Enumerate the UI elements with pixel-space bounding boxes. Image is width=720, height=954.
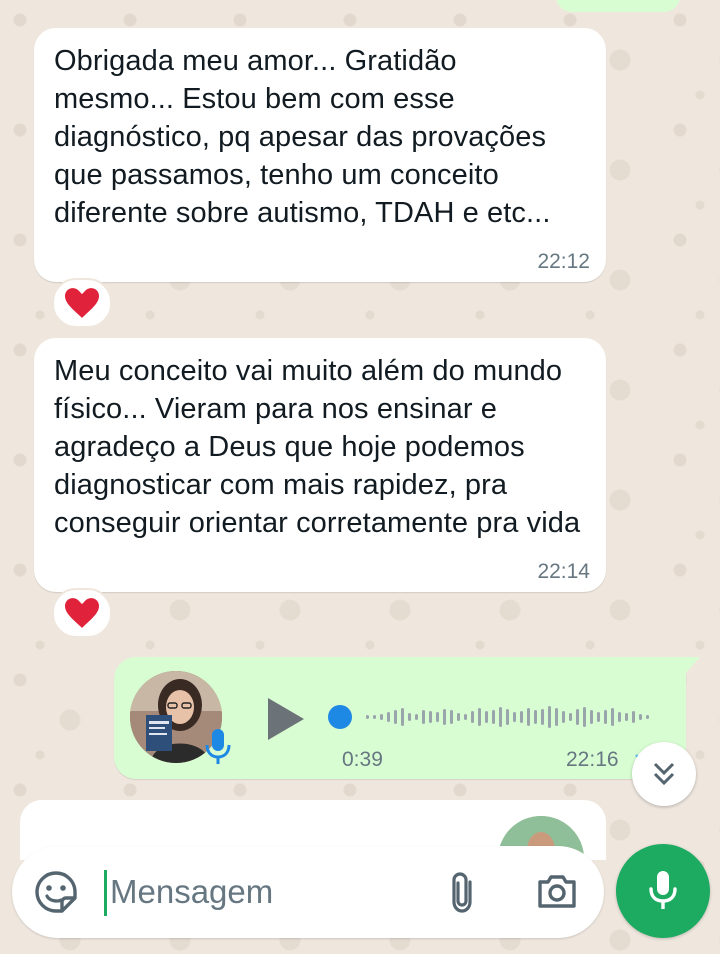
message-input[interactable] bbox=[108, 866, 430, 918]
waveform-bar bbox=[380, 714, 383, 720]
waveform-bar bbox=[478, 708, 481, 726]
waveform-bar bbox=[576, 709, 579, 725]
waveform-bar bbox=[625, 713, 628, 721]
paperclip-icon bbox=[452, 872, 472, 913]
voice-waveform[interactable] bbox=[326, 699, 660, 740]
waveform-bar bbox=[436, 712, 439, 722]
microphone-icon bbox=[204, 727, 232, 772]
message-reaction[interactable] bbox=[52, 278, 112, 328]
message-time: 22:14 bbox=[537, 560, 590, 583]
waveform-bar bbox=[520, 711, 523, 723]
waveform-bar bbox=[429, 711, 432, 723]
waveform-bar bbox=[450, 710, 453, 724]
play-icon bbox=[268, 698, 304, 740]
camera-button[interactable] bbox=[536, 872, 578, 915]
incoming-message-bubble[interactable]: Obrigada meu amor... Gratidão mesmo... E… bbox=[34, 28, 606, 282]
waveform-bar bbox=[422, 710, 425, 724]
waveform-bar bbox=[485, 711, 488, 723]
message-composer bbox=[12, 846, 604, 938]
waveform-bar bbox=[373, 715, 376, 719]
message-reaction[interactable] bbox=[52, 588, 112, 638]
double-chevron-down-icon bbox=[653, 762, 675, 786]
waveform-bar bbox=[555, 708, 558, 726]
waveform-bar bbox=[604, 710, 607, 724]
waveform-bar bbox=[590, 710, 593, 724]
play-button[interactable] bbox=[264, 695, 308, 748]
waveform-bar bbox=[632, 711, 635, 723]
outgoing-voice-message[interactable]: 0:39 22:16 bbox=[114, 657, 686, 779]
voice-progress-dot[interactable] bbox=[328, 705, 352, 729]
waveform-bar bbox=[366, 715, 369, 719]
scroll-to-bottom-button[interactable] bbox=[632, 742, 696, 806]
camera-icon bbox=[538, 875, 576, 908]
waveform-bar bbox=[387, 712, 390, 722]
waveform-bar bbox=[548, 706, 551, 728]
waveform-bar bbox=[646, 715, 649, 719]
waveform-bar bbox=[394, 710, 397, 724]
waveform-bar bbox=[597, 712, 600, 722]
sticker-icon bbox=[35, 871, 77, 913]
waveform-bar bbox=[401, 708, 404, 726]
waveform-bar bbox=[506, 709, 509, 725]
waveform-bar bbox=[471, 711, 474, 723]
previous-outgoing-bubble[interactable] bbox=[556, 0, 680, 12]
heart-icon bbox=[65, 288, 99, 318]
incoming-message-bubble[interactable]: Meu conceito vai muito além do mundo fís… bbox=[34, 338, 606, 592]
waveform-bar bbox=[639, 714, 642, 720]
waveform-bar bbox=[583, 707, 586, 727]
text-cursor bbox=[104, 870, 107, 916]
waveform-bar bbox=[527, 708, 530, 726]
waveform-bar bbox=[443, 709, 446, 725]
waveform-bar bbox=[499, 707, 502, 727]
waveform-bar bbox=[492, 710, 495, 724]
sticker-button[interactable] bbox=[34, 870, 78, 919]
waveform-bar bbox=[408, 713, 411, 721]
bubble-tail bbox=[684, 657, 700, 675]
heart-icon bbox=[65, 598, 99, 628]
microphone-icon bbox=[649, 871, 677, 909]
message-time: 22:12 bbox=[537, 250, 590, 273]
waveform-bar bbox=[534, 710, 537, 724]
waveform-bar bbox=[457, 713, 460, 721]
waveform-bar bbox=[562, 711, 565, 723]
waveform-bar bbox=[569, 713, 572, 721]
waveform-bar bbox=[415, 714, 418, 720]
message-text: Obrigada meu amor... Gratidão mesmo... E… bbox=[54, 45, 551, 229]
waveform-bar bbox=[618, 712, 621, 722]
voice-duration: 0:39 bbox=[342, 748, 383, 771]
message-time: 22:16 bbox=[566, 748, 619, 771]
attach-button[interactable] bbox=[446, 870, 478, 921]
waveform-bar bbox=[513, 712, 516, 722]
waveform-bar bbox=[611, 708, 614, 726]
message-text: Meu conceito vai muito além do mundo fís… bbox=[54, 355, 581, 539]
waveform-bar bbox=[464, 714, 467, 720]
voice-record-button[interactable] bbox=[616, 844, 710, 938]
waveform-bar bbox=[541, 709, 544, 725]
